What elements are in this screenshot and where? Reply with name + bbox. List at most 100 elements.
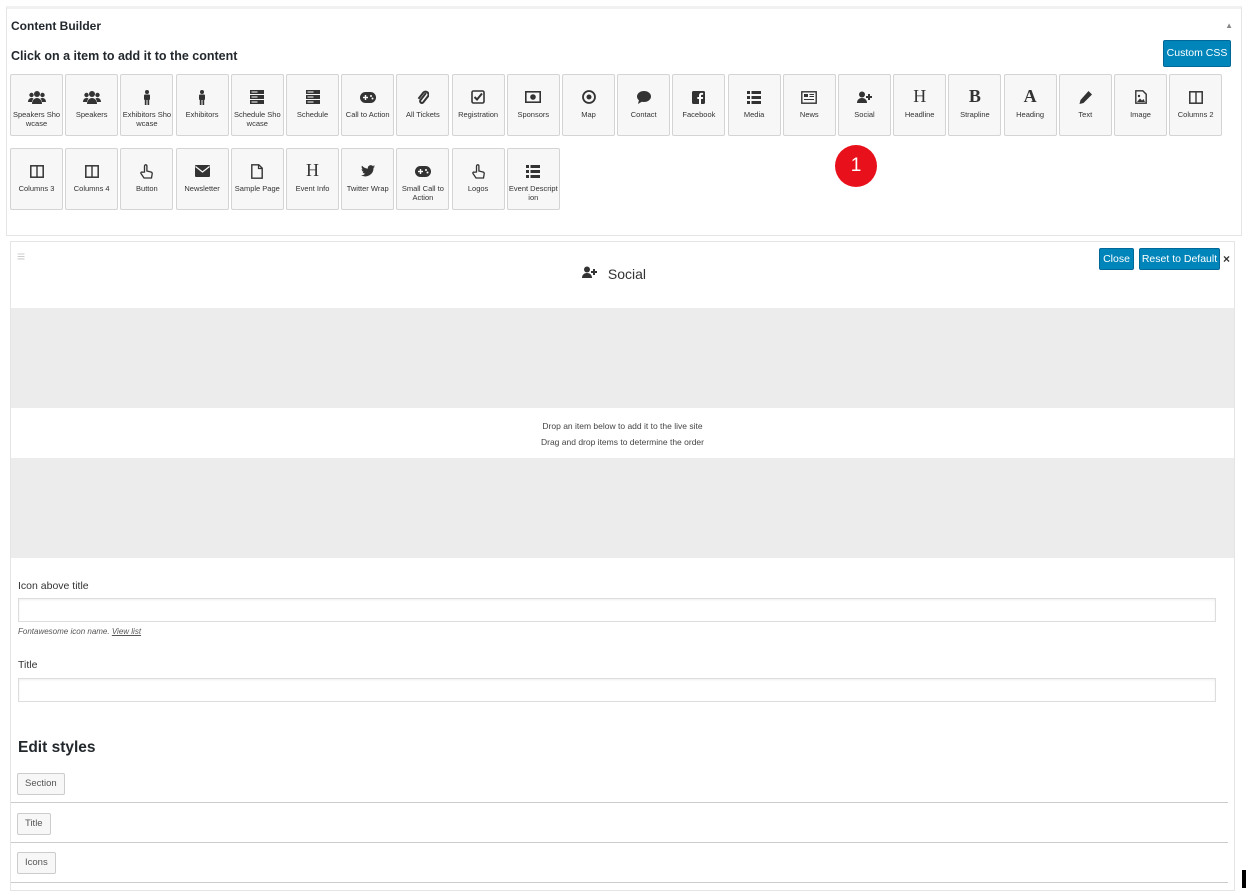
facebook-icon — [673, 86, 724, 106]
module-tile-label: Sponsors — [517, 110, 550, 119]
header-icon: H — [306, 160, 319, 180]
module-tile-exhibitors[interactable]: Exhibitors — [175, 74, 229, 136]
module-tile-label: Event Info — [295, 184, 330, 193]
drop-message-line2: Drag and drop items to determine the ord… — [540, 437, 704, 447]
user-plus-icon — [839, 86, 890, 106]
drop-zone-bottom[interactable] — [11, 458, 1234, 558]
module-tile-columns-4[interactable]: Columns 4 — [65, 148, 119, 210]
server-icon — [232, 86, 283, 106]
module-tile-label: Logos — [467, 184, 489, 193]
module-tile-label: All Tickets — [406, 110, 440, 119]
paperclip-icon — [397, 86, 448, 106]
male-icon — [121, 86, 172, 106]
remove-icon[interactable]: × — [1223, 252, 1230, 266]
divider — [11, 802, 1228, 803]
gamepad-icon — [342, 86, 393, 106]
module-tile-speakers-sho-wcase[interactable]: Speakers Sho wcase — [10, 74, 63, 136]
module-tile-small-call-to-action[interactable]: Small Call to Action — [396, 148, 450, 210]
module-tile-map[interactable]: Map — [562, 74, 615, 136]
panel-hint: Click on a item to add it to the content — [11, 49, 238, 63]
module-tile-label: Map — [581, 110, 596, 119]
module-tile-label: Event Descript ion — [508, 184, 558, 202]
module-tile-twitter-wrap[interactable]: Twitter Wrap — [341, 148, 395, 210]
font-icon: A — [1023, 86, 1037, 106]
hand-pointer-icon — [453, 160, 504, 180]
module-tile-label: Exhibitors — [185, 110, 219, 119]
module-tile-columns-2[interactable]: Columns 2 — [1169, 74, 1223, 136]
module-tile-speakers[interactable]: Speakers — [65, 74, 119, 136]
module-tile-facebook[interactable]: Facebook — [672, 74, 726, 136]
module-tile-label: Image — [1130, 110, 1151, 119]
divider — [11, 882, 1228, 883]
module-tile-label: Headline — [904, 110, 935, 119]
module-tile-all-tickets[interactable]: All Tickets — [396, 74, 450, 136]
drop-message-line1: Drop an item below to add it to the live… — [542, 421, 703, 431]
module-tile-label: Call to Action — [345, 110, 390, 119]
edit-styles-heading: Edit styles — [18, 739, 96, 756]
users-icon — [66, 86, 117, 106]
module-tile-headline[interactable]: H Headline — [893, 74, 947, 136]
module-tile-label: Contact — [630, 110, 657, 119]
module-tile-media[interactable]: Media — [727, 74, 781, 136]
module-tile-text[interactable]: Text — [1058, 74, 1112, 136]
module-tile-strapline[interactable]: B Strapline — [948, 74, 1002, 136]
close-button[interactable]: Close — [1099, 248, 1134, 270]
module-tile-label: Schedule Sho wcase — [233, 110, 281, 128]
module-tile-social[interactable]: Social — [838, 74, 891, 136]
module-tile-schedule[interactable]: Schedule — [286, 74, 339, 136]
module-tile-label: Speakers — [75, 110, 108, 119]
module-tile-contact[interactable]: Contact — [617, 74, 671, 136]
module-tile-label: Heading — [1016, 110, 1045, 119]
icon-field-label: Icon above title — [18, 580, 89, 592]
module-tile-label: Sample Page — [234, 184, 280, 193]
view-list-link[interactable]: View list — [112, 627, 141, 636]
user-plus-icon — [582, 266, 602, 282]
module-tile-schedule-sho-wcase[interactable]: Schedule Sho wcase — [230, 74, 284, 136]
module-tile-label: Exhibitors Sho wcase — [122, 110, 172, 128]
module-tile-label: Schedule — [296, 110, 329, 119]
module-tile-logos[interactable]: Logos — [451, 148, 505, 210]
module-tile-sample-page[interactable]: Sample Page — [230, 148, 284, 210]
image-icon — [1115, 86, 1166, 106]
reset-to-default-button[interactable]: Reset to Default — [1139, 248, 1220, 270]
module-tile-label: Text — [1078, 110, 1093, 119]
module-tile-label: Social — [854, 110, 875, 119]
male-icon — [177, 86, 228, 106]
module-tile-image[interactable]: Image — [1114, 74, 1167, 136]
module-tile-exhibitors-sho-wcase[interactable]: Exhibitors Sho wcase — [120, 74, 174, 136]
module-tile-registration[interactable]: Registration — [451, 74, 505, 136]
module-tile-newsletter[interactable]: Newsletter — [175, 148, 229, 210]
module-tile-sponsors[interactable]: Sponsors — [506, 74, 560, 136]
module-tile-label: News — [799, 110, 819, 119]
custom-css-button[interactable]: Custom CSS — [1163, 40, 1231, 67]
module-title-text: Social — [607, 266, 647, 282]
bold-icon: B — [968, 86, 981, 106]
module-tile-label: Speakers Sho wcase — [12, 110, 61, 128]
step-badge-1: 1 — [835, 145, 877, 187]
drag-handle-icon[interactable]: ≡ — [17, 249, 25, 263]
module-tile-event-info[interactable]: H Event Info — [286, 148, 339, 210]
icons-style-button[interactable]: Icons — [17, 852, 56, 874]
module-tile-columns-3[interactable]: Columns 3 — [10, 148, 63, 210]
icon-field-input[interactable] — [18, 598, 1216, 622]
module-tile-event-descript-ion[interactable]: Event Descript ion — [506, 148, 560, 210]
section-style-button[interactable]: Section — [17, 773, 65, 795]
module-tile-call-to-action[interactable]: Call to Action — [341, 74, 395, 136]
newspaper-icon — [784, 86, 835, 106]
module-tile-button[interactable]: Button — [120, 148, 174, 210]
dot-circle-icon — [563, 86, 614, 106]
title-style-button[interactable]: Title — [17, 813, 51, 835]
comment-icon — [618, 86, 669, 106]
icon-field-description: Fontawesome icon name. View list — [18, 627, 141, 636]
columns-icon — [66, 160, 117, 180]
module-tile-label: Columns 2 — [1177, 110, 1214, 119]
twitter-icon — [342, 160, 393, 180]
collapse-arrow-icon[interactable]: ▲ — [1225, 21, 1233, 30]
module-tile-heading[interactable]: A Heading — [1003, 74, 1057, 136]
icon-desc-text: Fontawesome icon name. — [18, 627, 110, 636]
drop-zone-top[interactable] — [11, 308, 1234, 408]
file-icon — [232, 160, 283, 180]
title-field-input[interactable] — [18, 678, 1216, 702]
module-tile-news[interactable]: News — [782, 74, 836, 136]
edge-marker — [1242, 870, 1246, 888]
